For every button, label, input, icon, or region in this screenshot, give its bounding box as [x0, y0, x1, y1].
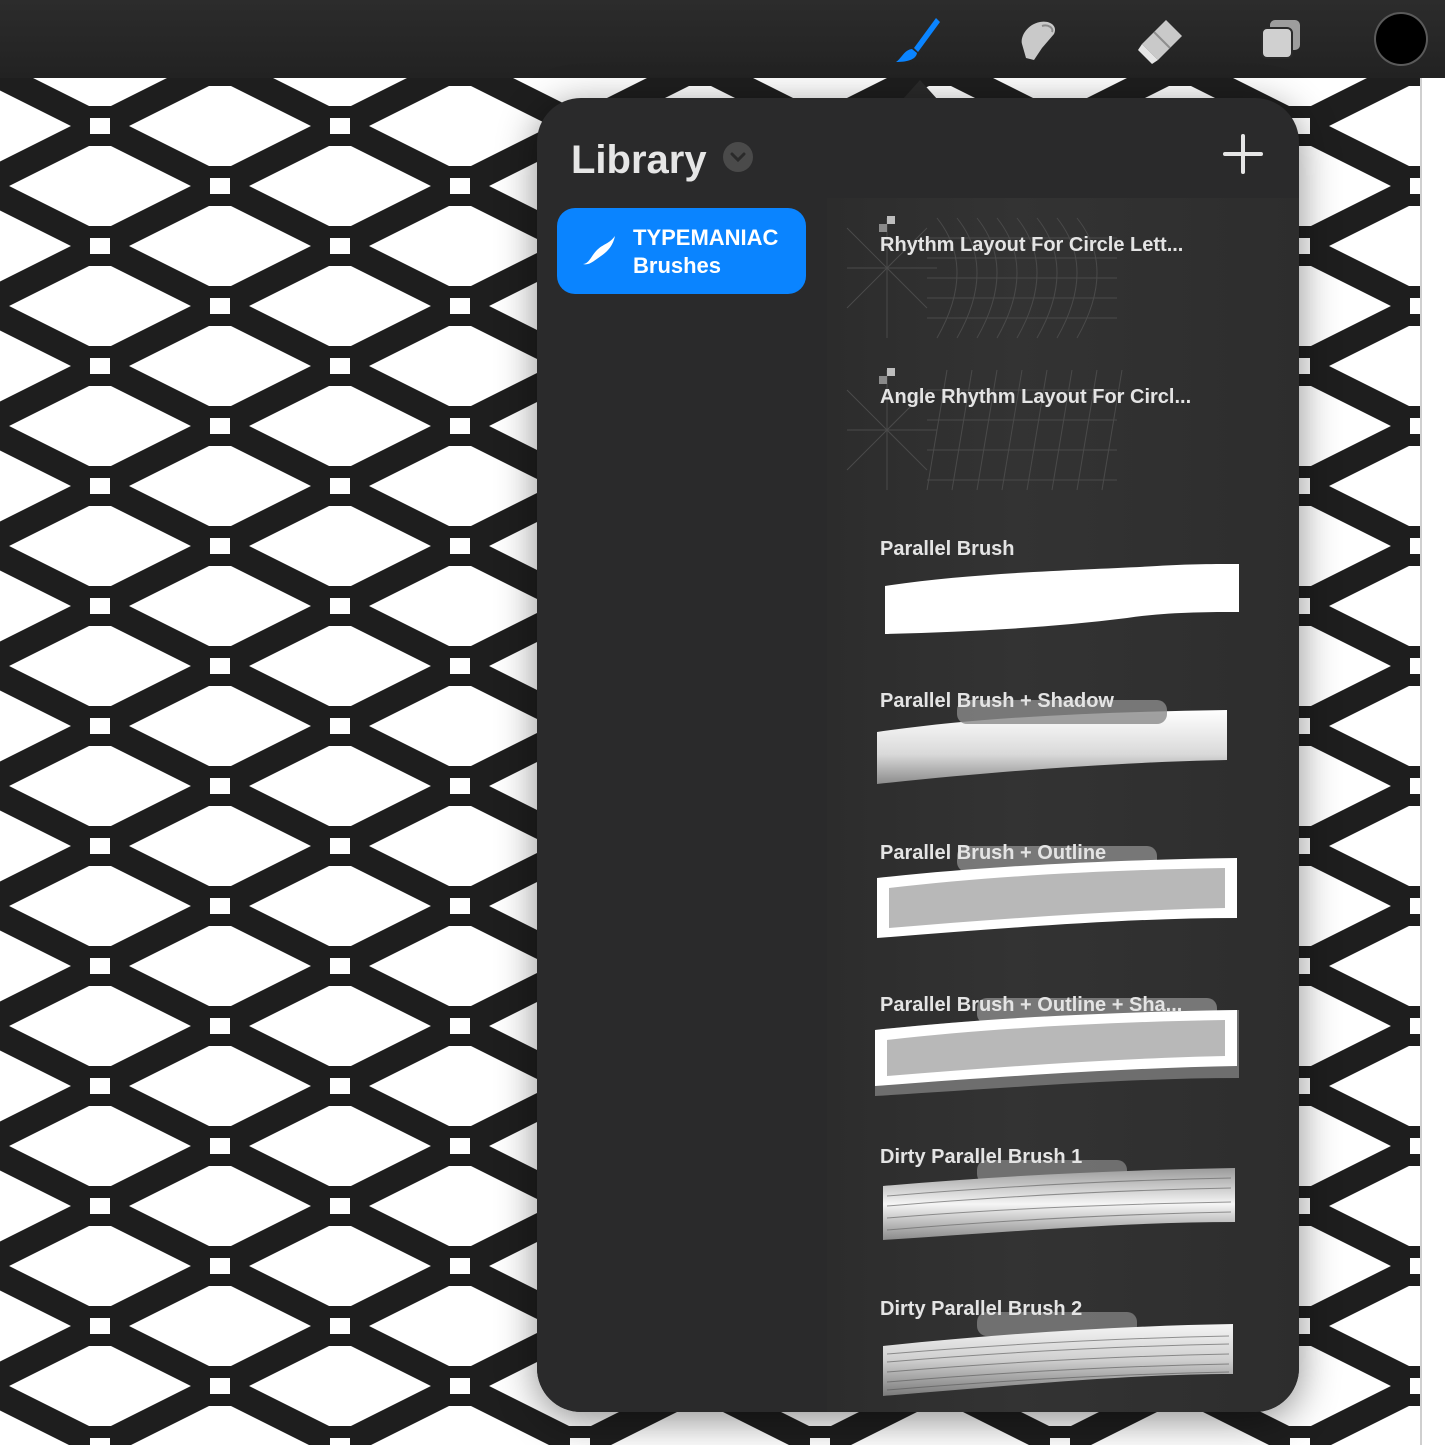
brush-item[interactable]: Parallel Brush + Outline [827, 806, 1299, 958]
parallel-outline-shadow-stroke [875, 998, 1239, 1096]
parallel-shadow-stroke [877, 700, 1227, 784]
brush-name: Dirty Parallel Brush 2 [880, 1298, 1083, 1320]
layers-icon [1261, 20, 1300, 59]
grid-preview-stroke [846, 217, 1117, 339]
brush-name: Parallel Brush + Outline + Sha... [880, 994, 1183, 1016]
smudge-tool-button[interactable] [1012, 14, 1064, 66]
eraser-tool-button[interactable] [1134, 14, 1186, 66]
chevron-down-icon [730, 152, 746, 163]
brush-library-popover: Library TYPEMANIAC Brushes Rhythm Layout… [537, 98, 1299, 1412]
parallel-outline-stroke [877, 846, 1237, 938]
import-marker-icon [879, 216, 895, 232]
brush-name: Rhythm Layout For Circle Lett... [880, 234, 1184, 256]
plus-icon [1223, 134, 1263, 174]
brush-item[interactable]: Rhythm Layout For Circle Lett... [827, 198, 1299, 350]
brush-item[interactable]: Parallel Brush + Shadow [827, 654, 1299, 806]
library-options-button[interactable] [723, 142, 753, 172]
brush-name: Angle Rhythm Layout For Circl... [880, 386, 1192, 408]
parallel-brush-stroke [885, 564, 1239, 634]
dirty-parallel-1-stroke [883, 1160, 1235, 1240]
brush-name: Parallel Brush + Outline [880, 842, 1107, 864]
smudge-finger-icon [1021, 21, 1056, 60]
top-toolbar [0, 0, 1445, 78]
brush-item[interactable]: Dirty Parallel Brush 1 [827, 1110, 1299, 1262]
brush-item[interactable]: Parallel Brush [827, 502, 1299, 654]
brush-item[interactable]: Parallel Brush + Outline + Sha... [827, 958, 1299, 1110]
brush-name: Parallel Brush [880, 538, 1015, 560]
layers-tool-button[interactable] [1256, 14, 1308, 66]
import-marker-icon [879, 368, 895, 384]
brush-set-label-line1: TYPEMANIAC [633, 225, 779, 250]
color-swatch[interactable] [1376, 14, 1426, 64]
brush-set-label: TYPEMANIAC Brushes [633, 224, 803, 280]
brush-item[interactable]: Dirty Parallel Brush 2 [827, 1262, 1299, 1412]
dirty-parallel-2-stroke [883, 1312, 1233, 1396]
canvas-edge [1420, 78, 1445, 1445]
popover-caret [902, 80, 938, 100]
brush-set-typemaniac[interactable]: TYPEMANIAC Brushes [557, 208, 806, 294]
eraser-icon [1138, 20, 1182, 64]
brush-name: Parallel Brush + Shadow [880, 690, 1114, 712]
brush-list: Rhythm Layout For Circle Lett... Angle R… [827, 198, 1299, 1412]
paintbrush-icon [896, 18, 940, 62]
grid-preview-stroke [846, 369, 1123, 491]
brush-set-icon [583, 236, 615, 265]
brush-name: Dirty Parallel Brush 1 [880, 1146, 1083, 1168]
brush-item[interactable]: Angle Rhythm Layout For Circl... [827, 350, 1299, 502]
brush-set-label-line2: Brushes [633, 253, 722, 278]
library-title: Library [571, 138, 707, 182]
brush-set-list: TYPEMANIAC Brushes [537, 198, 827, 1412]
brush-tool-button[interactable] [892, 14, 944, 66]
add-brush-button[interactable] [1221, 132, 1265, 176]
